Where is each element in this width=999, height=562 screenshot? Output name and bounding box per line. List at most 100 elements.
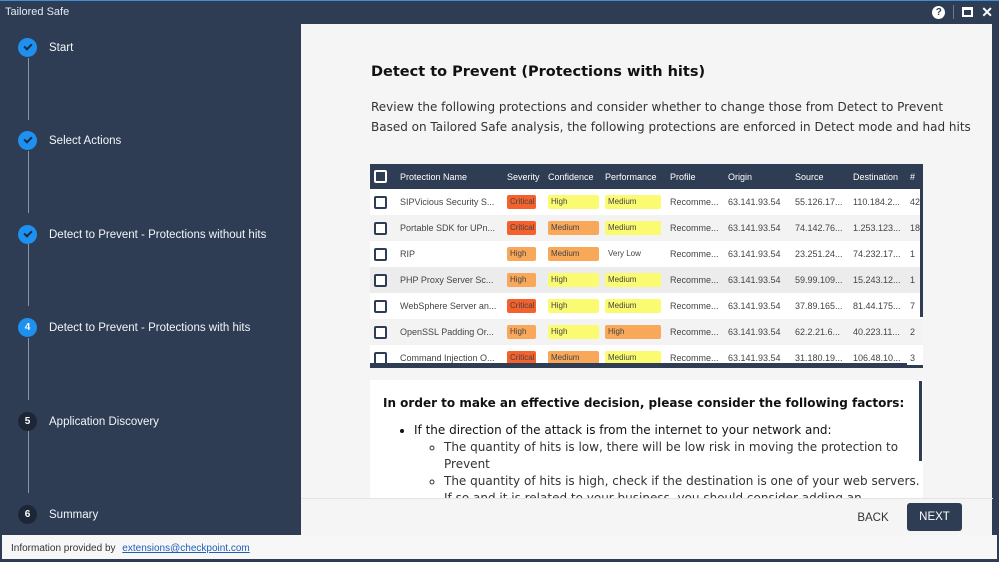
cell-destination: 74.232.17... bbox=[853, 249, 901, 259]
column-header-origin[interactable]: Origin bbox=[724, 164, 791, 189]
protections-table: Protection Name Severity Confidence Perf… bbox=[370, 164, 923, 368]
table-row[interactable]: Portable SDK for UPn... Critical Medium Med… bbox=[370, 215, 923, 241]
step-complete-check-icon bbox=[18, 131, 37, 150]
cell-protection-name: WebSphere Server an... bbox=[400, 301, 497, 311]
cell-destination: 81.44.175... bbox=[853, 301, 901, 311]
cell-protection-name: OpenSSL Padding Or... bbox=[400, 327, 494, 337]
cell-severity: High bbox=[503, 319, 544, 345]
table-row[interactable]: PHP Proxy Server Sc... High High Medium Reco… bbox=[370, 267, 923, 293]
performance-badge: High bbox=[605, 325, 661, 339]
cell-origin: 63.141.93.54 bbox=[728, 327, 781, 337]
wizard-step-summary[interactable]: 6 Summary bbox=[18, 505, 98, 524]
step-label: Summary bbox=[49, 508, 99, 521]
info-footer: Information provided by extensions@check… bbox=[2, 535, 997, 559]
title-bar: Tailored Safe ? ✕ bbox=[0, 1, 999, 24]
cell-severity: Critical bbox=[503, 293, 544, 319]
actions-divider bbox=[301, 498, 993, 499]
table-horizontal-scrollbar[interactable] bbox=[370, 363, 907, 365]
table-row[interactable]: WebSphere Server an... Critical High Medium… bbox=[370, 293, 923, 319]
column-header-protection-name[interactable]: Protection Name bbox=[396, 164, 503, 189]
table-row[interactable]: SIPVicious Security S... Critical High Medi… bbox=[370, 189, 923, 215]
column-header-performance[interactable]: Performance bbox=[601, 164, 666, 189]
cell-profile: Recomme... bbox=[670, 223, 719, 233]
cell-source: 55.126.17... bbox=[795, 197, 843, 207]
wizard-step-select-actions[interactable]: Select Actions bbox=[18, 131, 121, 150]
cell-confidence: High bbox=[544, 319, 601, 345]
cell-protection-name: RIP bbox=[400, 249, 416, 259]
footer-text: Information provided by bbox=[11, 543, 116, 554]
cell-origin: 63.141.93.54 bbox=[728, 301, 781, 311]
row-checkbox[interactable] bbox=[374, 195, 387, 209]
step-number-badge: 5 bbox=[18, 412, 37, 431]
row-checkbox[interactable] bbox=[374, 221, 387, 235]
column-header-hits[interactable]: # bbox=[906, 164, 923, 189]
cell-origin: 63.141.93.54 bbox=[728, 223, 781, 233]
contact-email-link[interactable]: extensions@checkpoint.com bbox=[122, 543, 249, 554]
row-checkbox[interactable] bbox=[374, 273, 387, 287]
back-button[interactable]: BACK bbox=[849, 504, 897, 532]
column-header-severity[interactable]: Severity bbox=[503, 164, 544, 189]
table-row[interactable]: OpenSSL Padding Or... High High High Recomme… bbox=[370, 319, 923, 345]
column-header-source[interactable]: Source bbox=[791, 164, 849, 189]
cell-profile: Recomme... bbox=[670, 301, 719, 311]
app-window: Tailored Safe ? ✕ Start Select Actions D… bbox=[0, 0, 999, 562]
cell-hits: 2 bbox=[910, 327, 916, 337]
wizard-step-protections-without-hits[interactable]: Detect to Prevent - Protections without … bbox=[18, 225, 266, 244]
row-checkbox[interactable] bbox=[374, 247, 387, 261]
restore-icon[interactable] bbox=[962, 7, 974, 17]
cell-protection-name: PHP Proxy Server Sc... bbox=[400, 275, 494, 285]
performance-badge: Medium bbox=[605, 195, 661, 209]
controls-divider bbox=[953, 5, 955, 19]
cell-performance: Very Low bbox=[601, 241, 666, 267]
column-header-profile[interactable]: Profile bbox=[666, 164, 724, 189]
cell-severity: High bbox=[503, 267, 544, 293]
factors-panel-scrollbar[interactable] bbox=[919, 381, 922, 461]
cell-confidence: High bbox=[544, 189, 601, 215]
row-checkbox[interactable] bbox=[374, 325, 387, 339]
performance-badge: Medium bbox=[605, 299, 661, 313]
cell-severity: Critical bbox=[503, 189, 544, 215]
row-checkbox[interactable] bbox=[374, 299, 387, 313]
confidence-badge: Medium bbox=[548, 247, 599, 261]
confidence-badge: Medium bbox=[548, 221, 599, 235]
confidence-badge: High bbox=[548, 325, 599, 339]
cell-protection-name: SIPVicious Security S... bbox=[400, 197, 495, 207]
performance-badge: Very Low bbox=[608, 249, 641, 258]
cell-source: 37.89.165... bbox=[795, 301, 843, 311]
column-header-destination[interactable]: Destination bbox=[849, 164, 906, 189]
table-row[interactable]: RIP High Medium Very Low Recomme... 63.141.93… bbox=[370, 241, 923, 267]
select-all-checkbox[interactable] bbox=[374, 170, 387, 183]
step-label: Start bbox=[49, 41, 74, 54]
confidence-badge: High bbox=[548, 299, 599, 313]
severity-badge: Critical bbox=[507, 299, 536, 313]
cell-origin: 63.141.93.54 bbox=[728, 249, 781, 259]
page-description: Review the following protections and con… bbox=[371, 97, 971, 137]
cell-profile: Recomme... bbox=[670, 197, 719, 207]
cell-confidence: High bbox=[544, 293, 601, 319]
cell-checkbox bbox=[370, 215, 396, 241]
help-icon[interactable]: ? bbox=[932, 5, 946, 19]
page-title: Detect to Prevent (Protections with hits… bbox=[371, 64, 706, 80]
cell-profile: Recomme... bbox=[670, 249, 719, 259]
wizard-step-application-discovery[interactable]: 5 Application Discovery bbox=[18, 412, 159, 431]
cell-confidence: Medium bbox=[544, 241, 601, 267]
column-header-confidence[interactable]: Confidence bbox=[544, 164, 601, 189]
next-button[interactable]: NEXT bbox=[907, 503, 962, 531]
close-icon[interactable]: ✕ bbox=[981, 5, 993, 19]
step-complete-check-icon bbox=[18, 225, 37, 244]
cell-destination: 40.223.11... bbox=[853, 327, 900, 337]
step-label: Application Discovery bbox=[49, 415, 159, 428]
wizard-step-start[interactable]: Start bbox=[18, 38, 73, 57]
table-vertical-scrollbar[interactable] bbox=[920, 189, 923, 317]
cell-profile: Recomme... bbox=[670, 275, 719, 285]
factor-subitem: The quantity of hits is low, there will … bbox=[444, 439, 923, 473]
factors-list: If the direction of the attack is from t… bbox=[414, 422, 923, 498]
factor-item: If the direction of the attack is from t… bbox=[414, 422, 923, 498]
cell-confidence: High bbox=[544, 267, 601, 293]
cell-origin: 63.141.93.54 bbox=[728, 275, 781, 285]
step-number-badge: 4 bbox=[18, 318, 37, 337]
cell-source: 59.99.109... bbox=[795, 275, 843, 285]
cell-severity: Critical bbox=[503, 215, 544, 241]
wizard-step-protections-with-hits[interactable]: 4 Detect to Prevent - Protections with h… bbox=[18, 318, 250, 337]
cell-source: 23.251.24... bbox=[795, 249, 843, 259]
